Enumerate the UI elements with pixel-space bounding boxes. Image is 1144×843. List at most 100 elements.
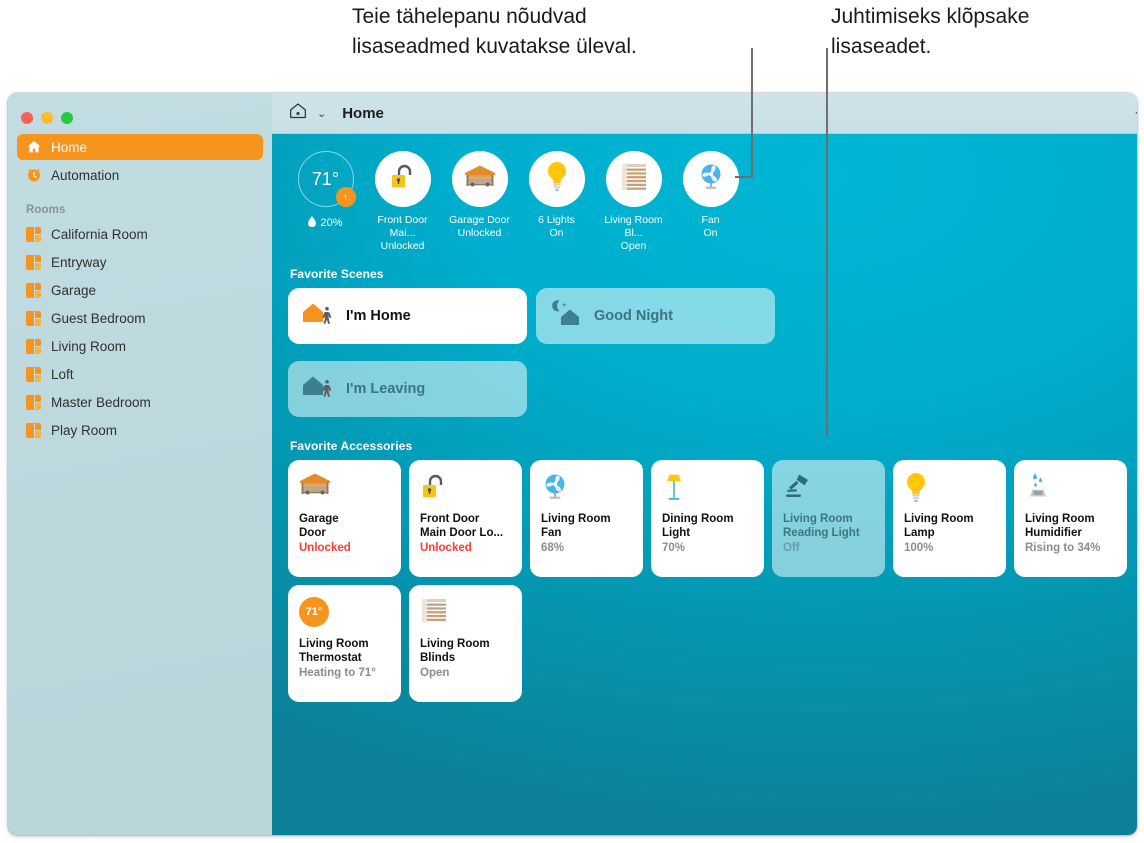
accessory-name: Dining Room Light <box>662 512 753 540</box>
section-title-favorite-accessories: Favorite Accessories <box>290 439 1137 453</box>
water-drop-icon <box>308 216 316 230</box>
sidebar-item-label: Play Room <box>51 423 117 438</box>
accessory-card-living-room-blinds[interactable]: Living Room Blinds Open <box>409 585 522 702</box>
accessory-state: Open <box>420 666 511 680</box>
accessory-card-living-room-humidifier[interactable]: Living Room Humidifier Rising to 34% <box>1014 460 1127 577</box>
status-lights[interactable]: 6 Lights On <box>518 151 595 240</box>
page-title: Home <box>342 105 384 122</box>
sidebar-item-garage[interactable]: Garage <box>17 277 263 303</box>
sidebar-item-label: Home <box>51 140 87 155</box>
sidebar-item-entryway[interactable]: Entryway <box>17 249 263 275</box>
room-icon <box>25 310 42 327</box>
close-button[interactable] <box>21 112 33 124</box>
sidebar-item-label: Garage <box>51 283 96 298</box>
status-name: Fan <box>701 214 719 227</box>
unlocked-padlock-icon <box>389 162 417 197</box>
status-name: Garage Door <box>449 214 510 227</box>
home-app-window: Home Automation Rooms California Room En… <box>8 93 1137 835</box>
zoom-button[interactable] <box>61 112 73 124</box>
sidebar-group-title-rooms: Rooms <box>8 190 272 221</box>
thermostat-icon: 71° <box>299 597 390 635</box>
callout-text-accessories-attention: Teie tähelepanu nõudvad lisaseadmed kuva… <box>352 2 752 62</box>
sidebar-item-play-room[interactable]: Play Room <box>17 417 263 443</box>
house-icon <box>25 139 42 156</box>
callout-text-click-accessory: Juhtimiseks klõpsake lisaseadet. <box>831 2 1131 62</box>
accessory-card-living-room-thermostat[interactable]: 71° Living Room Thermostat Heating to 71… <box>288 585 401 702</box>
room-icon <box>25 226 42 243</box>
status-fan[interactable]: Fan On <box>672 151 749 240</box>
scene-card-im-home[interactable]: I'm Home <box>288 288 527 344</box>
status-icon-wrap[interactable] <box>606 151 662 207</box>
sidebar-item-california-room[interactable]: California Room <box>17 221 263 247</box>
humidity-value: 20% <box>320 217 342 229</box>
accessory-card-living-room-lamp[interactable]: Living Room Lamp 100% <box>893 460 1006 577</box>
sidebar-item-loft[interactable]: Loft <box>17 361 263 387</box>
sidebar-item-living-room[interactable]: Living Room <box>17 333 263 359</box>
status-state: On <box>549 227 563 240</box>
accessory-card-living-room-reading-light[interactable]: Living Room Reading Light Off <box>772 460 885 577</box>
fan-icon <box>697 162 725 197</box>
accessory-name: Living Room Reading Light <box>783 512 874 540</box>
room-icon <box>25 366 42 383</box>
garage-door-icon <box>299 472 390 510</box>
sidebar-item-home[interactable]: Home <box>17 134 263 160</box>
house-person-leaving-icon <box>301 372 335 407</box>
room-icon <box>25 338 42 355</box>
garage-door-icon <box>464 164 496 195</box>
accessory-card-garage-door[interactable]: Garage Door Unlocked <box>288 460 401 577</box>
status-icon-wrap[interactable] <box>375 151 431 207</box>
accessory-name: Garage Door <box>299 512 390 540</box>
accessory-name: Living Room Humidifier <box>1025 512 1116 540</box>
status-state: Open <box>621 240 647 253</box>
status-blinds[interactable]: Living Room Bl... Open <box>595 151 672 253</box>
room-icon <box>25 254 42 271</box>
scene-card-good-night[interactable]: Good Night <box>536 288 775 344</box>
status-state: Unlocked <box>381 240 425 253</box>
accessory-state: 68% <box>541 541 632 555</box>
status-name: Front Door Mai... <box>365 214 441 240</box>
accessory-state: Unlocked <box>299 541 390 555</box>
sidebar-item-label: Automation <box>51 168 119 183</box>
thermostat-temperature-badge: 71° <box>299 597 329 627</box>
sidebar-item-label: Living Room <box>51 339 126 354</box>
accessory-name: Living Room Blinds <box>420 637 511 665</box>
accessory-state: Rising to 34% <box>1025 541 1116 555</box>
accessory-state: Heating to 71° <box>299 666 390 680</box>
fan-icon <box>541 472 632 510</box>
scene-label: Good Night <box>594 308 673 324</box>
status-garage-door[interactable]: Garage Door Unlocked <box>441 151 518 240</box>
accessory-name: Living Room Thermostat <box>299 637 390 665</box>
sidebar-item-automation[interactable]: Automation <box>17 162 263 188</box>
moon-house-icon <box>549 299 583 334</box>
scene-card-im-leaving[interactable]: I'm Leaving <box>288 361 527 417</box>
titlebar: ⌄ Home + <box>272 93 1137 134</box>
status-thermostat[interactable]: 71° ↑ 20% <box>287 151 364 230</box>
status-strip: 71° ↑ 20% <box>284 134 1137 253</box>
minimize-button[interactable] <box>41 112 53 124</box>
sidebar-item-label: California Room <box>51 227 148 242</box>
accessory-card-dining-room-light[interactable]: Dining Room Light 70% <box>651 460 764 577</box>
accessory-card-front-door-lock[interactable]: Front Door Main Door Lo... Unlocked <box>409 460 522 577</box>
accessory-name: Front Door Main Door Lo... <box>420 512 511 540</box>
status-front-door-lock[interactable]: Front Door Mai... Unlocked <box>364 151 441 253</box>
desk-lamp-icon <box>783 472 874 510</box>
house-icon[interactable] <box>288 101 308 126</box>
status-state: Unlocked <box>458 227 502 240</box>
sidebar-item-guest-bedroom[interactable]: Guest Bedroom <box>17 305 263 331</box>
sidebar-item-master-bedroom[interactable]: Master Bedroom <box>17 389 263 415</box>
window-traffic-lights[interactable] <box>8 101 272 134</box>
chevron-down-icon[interactable]: ⌄ <box>317 107 326 120</box>
accessory-state: 100% <box>904 541 995 555</box>
floor-lamp-icon <box>662 472 753 510</box>
room-icon <box>25 282 42 299</box>
blinds-icon <box>620 162 648 197</box>
status-icon-wrap[interactable] <box>529 151 585 207</box>
accessory-card-living-room-fan[interactable]: Living Room Fan 68% <box>530 460 643 577</box>
thermostat-dial[interactable]: 71° ↑ <box>298 151 354 207</box>
accessory-name: Living Room Fan <box>541 512 632 540</box>
arrow-up-icon: ↑ <box>336 187 356 207</box>
room-icon <box>25 422 42 439</box>
status-icon-wrap[interactable] <box>683 151 739 207</box>
status-icon-wrap[interactable] <box>452 151 508 207</box>
add-button[interactable]: + <box>1135 103 1137 124</box>
